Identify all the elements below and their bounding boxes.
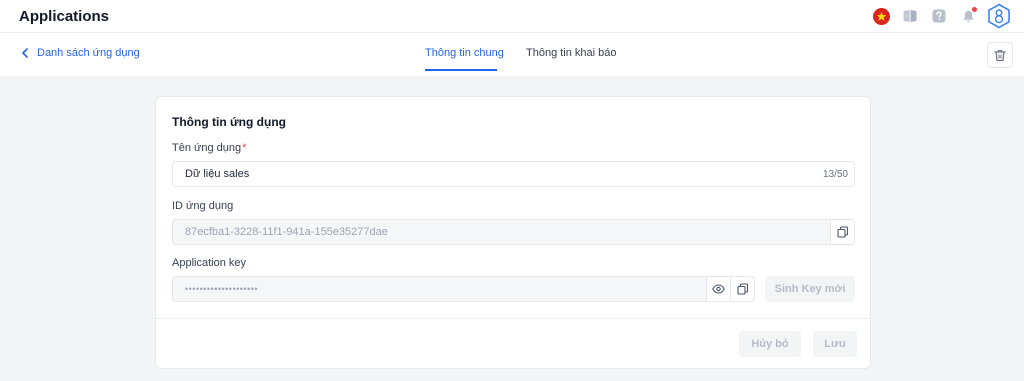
vietnam-flag-icon bbox=[872, 7, 890, 25]
back-link-label: Danh sách ứng dụng bbox=[37, 47, 140, 59]
sub-navigation: Danh sách ứng dụng Thông tin chung Thông… bbox=[0, 33, 1024, 76]
top-bar: Applications bbox=[0, 0, 1024, 33]
top-icons bbox=[863, 3, 1012, 29]
tab-declaration-info[interactable]: Thông tin khai báo bbox=[526, 47, 617, 59]
notification-dot bbox=[972, 7, 977, 12]
active-tab-indicator bbox=[425, 69, 497, 71]
reveal-key-button[interactable] bbox=[706, 277, 730, 301]
guide-button[interactable] bbox=[899, 5, 921, 27]
chevron-left-icon bbox=[22, 48, 28, 58]
app-name-value: Dữ liệu sales bbox=[185, 168, 250, 180]
copy-app-key-button[interactable] bbox=[730, 277, 754, 301]
app-id-value: 87ecfba1-3228-11f1-941a-155e35277dae bbox=[185, 226, 388, 238]
app-key-masked-value: •••••••••••••••••••• bbox=[185, 284, 259, 294]
footer-divider bbox=[156, 318, 870, 319]
app-id-input: 87ecfba1-3228-11f1-941a-155e35277dae bbox=[172, 219, 855, 245]
section-title: Thông tin ứng dụng bbox=[172, 115, 286, 129]
eye-icon bbox=[712, 284, 725, 294]
copy-icon bbox=[836, 226, 848, 238]
notifications-button[interactable] bbox=[957, 5, 979, 27]
app-info-card: Thông tin ứng dụng Tên ứng dụng* Dữ liệu… bbox=[155, 96, 871, 369]
help-button[interactable] bbox=[928, 5, 950, 27]
cancel-button[interactable]: Hủy bỏ bbox=[739, 331, 801, 357]
app-name-input[interactable]: Dữ liệu sales 13/50 bbox=[172, 161, 855, 187]
back-to-app-list-link[interactable]: Danh sách ứng dụng bbox=[21, 47, 140, 59]
app-title: Applications bbox=[19, 8, 110, 25]
generate-new-key-button[interactable]: Sinh Key mới bbox=[765, 276, 855, 302]
copy-app-id-button[interactable] bbox=[830, 220, 854, 244]
help-icon bbox=[932, 9, 946, 23]
app-key-label: Application key bbox=[172, 257, 246, 269]
delete-button[interactable] bbox=[987, 42, 1013, 68]
char-counter: 13/50 bbox=[822, 168, 848, 180]
copy-icon bbox=[736, 283, 748, 295]
language-button[interactable] bbox=[870, 5, 892, 27]
app-id-label: ID ứng dụng bbox=[172, 200, 234, 212]
tab-general-info[interactable]: Thông tin chung bbox=[425, 47, 504, 59]
trash-icon bbox=[994, 49, 1006, 61]
app-key-input: •••••••••••••••••••• bbox=[172, 276, 755, 302]
avatar-icon bbox=[988, 3, 1010, 29]
app-name-label: Tên ứng dụng* bbox=[172, 142, 247, 154]
required-mark: * bbox=[242, 142, 247, 154]
user-avatar-button[interactable] bbox=[986, 3, 1012, 29]
book-icon bbox=[903, 10, 917, 22]
save-button[interactable]: Lưu bbox=[813, 331, 857, 357]
